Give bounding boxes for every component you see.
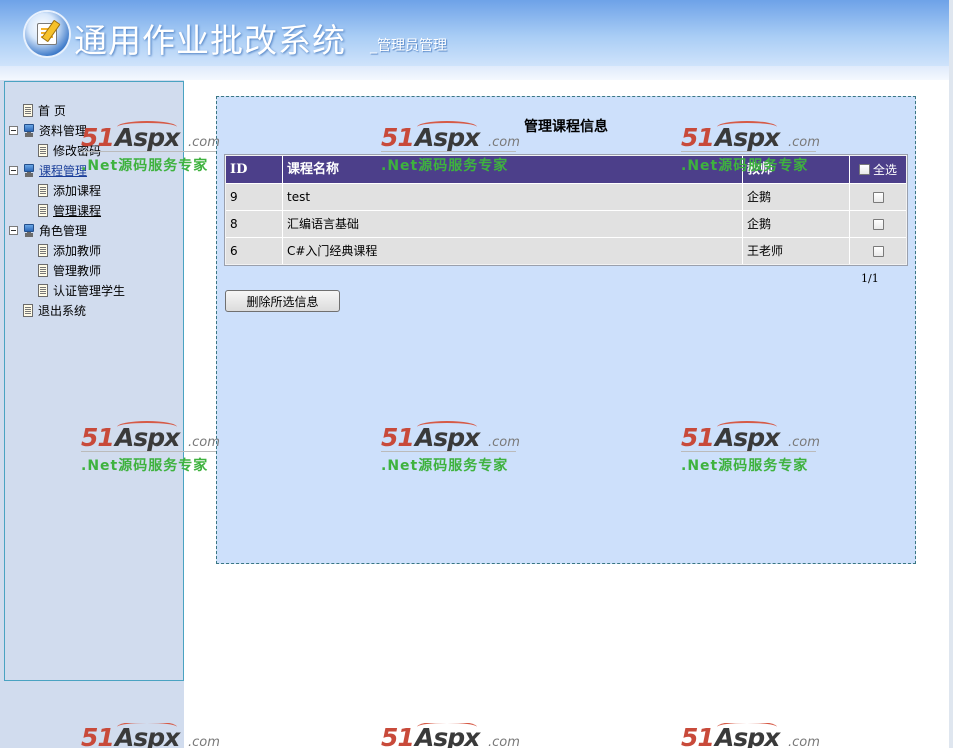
- sidebar-item-label: 课程管理: [39, 163, 88, 178]
- app-title: 通用作业批改系统: [74, 21, 346, 60]
- sidebar-item-manage-courses[interactable]: 管理课程: [38, 201, 101, 219]
- sidebar-item-add-course[interactable]: 添加课程: [38, 181, 101, 199]
- 51aspx-watermark: 51 Aspx .com .Net源码服务专家: [381, 723, 520, 748]
- sidebar-tree: 首 页 资料管理 修改密码 课程管理 添加课程 管理课程 角色管理 添加教师 管…: [4, 81, 184, 681]
- cell-teacher: 企鹅: [747, 190, 772, 204]
- computer-icon: [23, 123, 35, 137]
- sidebar-item-label: 管理教师: [53, 263, 102, 278]
- row-divider: [226, 210, 906, 211]
- row-divider: [226, 237, 906, 238]
- sidebar-group-profile[interactable]: 资料管理: [9, 121, 87, 139]
- cell-id: 9: [230, 190, 238, 204]
- app-header: 通用作业批改系统 _管理员管理: [0, 0, 949, 66]
- sidebar-item-label: 修改密码: [53, 143, 102, 158]
- content-panel: 管理课程信息 ID 课程名称 教师 全选 9 test 企鹅 8 汇编语言基础: [216, 96, 916, 564]
- document-icon: [38, 243, 48, 257]
- column-header-teacher: 教师: [747, 162, 774, 177]
- sidebar-item-label: 角色管理: [39, 223, 88, 238]
- cell-course-name: test: [287, 190, 311, 204]
- cell-course-name: C#入门经典课程: [287, 244, 378, 258]
- cell-teacher: 王老师: [747, 244, 784, 258]
- sidebar-item-add-teacher[interactable]: 添加教师: [38, 241, 101, 259]
- select-all-checkbox[interactable]: [859, 164, 870, 175]
- header-divider: [0, 66, 949, 80]
- table-header: ID 课程名称 教师 全选: [226, 156, 906, 183]
- row-select-cell: [873, 211, 884, 237]
- page-title: 管理课程信息: [524, 119, 608, 135]
- document-icon: [23, 103, 33, 117]
- sidebar-item-label: 添加课程: [53, 183, 102, 198]
- sidebar-group-courses[interactable]: 课程管理: [9, 161, 87, 179]
- sidebar-item-logout[interactable]: 退出系统: [23, 301, 86, 319]
- course-table: ID 课程名称 教师 全选 9 test 企鹅 8 汇编语言基础 企鹅 6 C#…: [224, 154, 908, 266]
- column-header-course-name: 课程名称: [287, 162, 340, 177]
- cell-teacher: 企鹅: [747, 217, 772, 231]
- sidebar-item-label: 添加教师: [53, 243, 102, 258]
- row-divider: [226, 183, 906, 184]
- sidebar-item-label: 首 页: [38, 103, 66, 118]
- cell-course-name: 汇编语言基础: [287, 217, 360, 231]
- row-checkbox[interactable]: [873, 246, 884, 257]
- collapse-toggle-icon[interactable]: [9, 225, 18, 235]
- row-checkbox[interactable]: [873, 219, 884, 230]
- sidebar-group-roles[interactable]: 角色管理: [9, 221, 87, 239]
- collapse-toggle-icon[interactable]: [9, 125, 18, 135]
- table-row: 9 test 企鹅: [226, 184, 906, 210]
- document-icon: [38, 183, 48, 197]
- sidebar-item-verify-students[interactable]: 认证管理学生: [38, 281, 125, 299]
- document-icon: [38, 283, 48, 297]
- table-row: 8 汇编语言基础 企鹅: [226, 211, 906, 237]
- app-subtitle: _管理员管理: [370, 38, 447, 54]
- column-header-id: ID: [230, 162, 248, 177]
- 51aspx-watermark: 51 Aspx .com .Net源码服务专家: [681, 723, 820, 748]
- document-icon: [38, 203, 48, 217]
- sidebar-item-change-password[interactable]: 修改密码: [38, 141, 101, 159]
- collapse-toggle-icon[interactable]: [9, 165, 18, 175]
- document-icon: [38, 263, 48, 277]
- computer-icon: [23, 223, 35, 237]
- row-checkbox[interactable]: [873, 192, 884, 203]
- row-select-cell: [873, 184, 884, 210]
- sidebar-item-label: 退出系统: [38, 303, 87, 318]
- document-icon: [23, 303, 33, 317]
- row-select-cell: [873, 238, 884, 264]
- cell-id: 8: [230, 217, 238, 231]
- cell-id: 6: [230, 244, 238, 258]
- computer-icon: [23, 163, 35, 177]
- right-scroll-edge: [949, 0, 953, 748]
- sidebar-item-manage-teachers[interactable]: 管理教师: [38, 261, 101, 279]
- pager-status: 1/1: [861, 272, 879, 285]
- select-all-control[interactable]: 全选: [859, 156, 897, 183]
- sidebar-item-label: 认证管理学生: [53, 283, 126, 298]
- sidebar-item-label: 管理课程: [53, 203, 102, 218]
- sidebar-item-home[interactable]: 首 页: [23, 101, 66, 119]
- notepad-logo-icon: [25, 12, 69, 56]
- delete-selected-button[interactable]: 删除所选信息: [225, 290, 340, 312]
- select-all-label: 全选: [873, 163, 898, 177]
- table-row: 6 C#入门经典课程 王老师: [226, 238, 906, 264]
- sidebar-item-label: 资料管理: [39, 123, 88, 138]
- document-icon: [38, 143, 48, 157]
